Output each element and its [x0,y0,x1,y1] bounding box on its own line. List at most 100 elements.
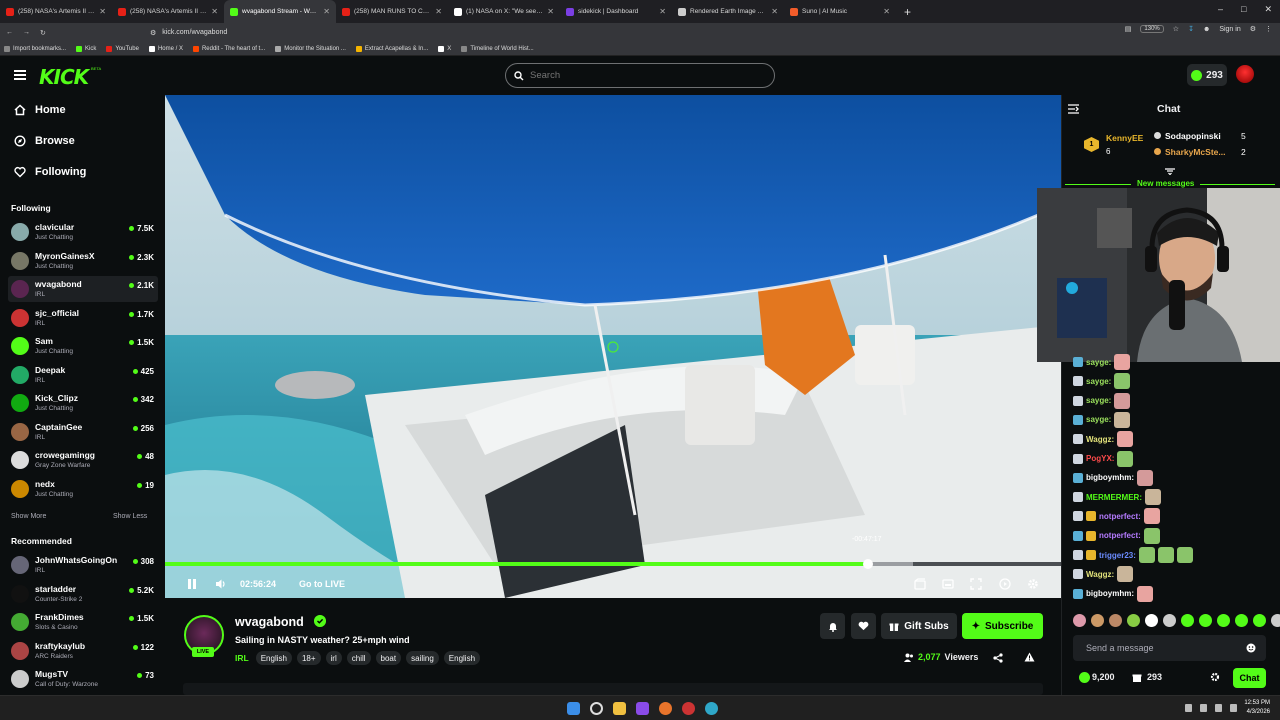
reload-icon[interactable]: ↻ [40,29,46,37]
channel-item[interactable]: wvagabond IRL 2.1K [8,276,158,302]
quick-emote[interactable] [1235,614,1248,627]
browser-tab[interactable]: wvagabond Stream - Watch ✕ [224,0,336,23]
browser-tab[interactable]: (1) NASA on X: "We see our ho ✕ [448,0,560,23]
app-icon[interactable] [636,702,649,715]
channel-item[interactable]: JohnWhatsGoingOn IRL 308 [8,552,158,578]
channel-item[interactable]: sjc_official IRL 1.7K [8,305,158,331]
signin-label[interactable]: Sign in [1219,26,1240,33]
browser-tab[interactable]: Suno | AI Music ✕ [784,0,896,23]
chat-username[interactable]: PogYX: [1086,454,1114,463]
settings-gear-icon[interactable] [1027,578,1039,590]
browser-tab[interactable]: sidekick | Dashboard ✕ [560,0,672,23]
channel-item[interactable]: clavicular Just Chatting 7.5K [8,219,158,245]
bookmark-item[interactable]: Extract Acapellas & In... [355,45,428,52]
notification-button[interactable] [820,613,845,639]
bookmark-item[interactable]: Timeline of World Hist... [461,45,534,52]
leader-name-1[interactable]: KennyEE [1106,133,1143,143]
nav-home[interactable]: Home [14,104,66,116]
channel-item[interactable]: starladder Counter-Strike 2 5.2K [8,581,158,607]
tab-close-icon[interactable]: ✕ [547,7,554,16]
speed-icon[interactable] [999,578,1011,590]
share-icon[interactable] [993,653,1003,663]
progress-bar[interactable] [165,562,1061,566]
stream-tag[interactable]: 18+ [296,651,321,665]
streamer-name[interactable]: wvagabond [235,615,304,629]
bookmark-star-icon[interactable]: ☆ [1173,25,1179,33]
chat-username[interactable]: sayge: [1086,358,1111,367]
browser-tab[interactable]: Rendered Earth Image Analysis ✕ [672,0,784,23]
tab-close-icon[interactable]: ✕ [883,7,890,16]
show-less-link[interactable]: Show Less [113,513,147,520]
kicks-balance-button[interactable]: 293 [1187,64,1227,86]
bookmark-item[interactable]: X [438,45,451,52]
kick-logo[interactable]: KICK [39,65,89,89]
nav-browse[interactable]: Browse [14,135,75,147]
chat-username[interactable]: sayge: [1086,415,1111,424]
quick-emote[interactable] [1199,614,1212,627]
speaker-icon[interactable] [1215,704,1222,712]
browser-tab[interactable]: (258) NASA's Artemis II Live Mi ✕ [0,0,112,23]
send-chat-button[interactable]: Chat [1233,668,1266,688]
chat-username[interactable]: notperfect: [1099,512,1141,521]
expand-leaderboard-icon[interactable] [1165,168,1175,175]
clip-icon[interactable] [914,578,926,590]
chat-username[interactable]: sayge: [1086,377,1111,386]
video-player[interactable] [165,95,1061,598]
search-box[interactable] [505,63,775,88]
channel-item[interactable]: Deepak IRL 425 [8,362,158,388]
site-info-icon[interactable]: ⚙ [150,29,156,37]
quick-emote[interactable] [1253,614,1266,627]
user-avatar[interactable] [1236,65,1254,83]
channel-item[interactable]: Sam Just Chatting 1.5K [8,333,158,359]
chat-settings-icon[interactable] [1210,672,1220,682]
search-input[interactable] [530,70,750,81]
bookmark-item[interactable]: Home / X [148,45,183,52]
channel-item[interactable]: MugsTV Call of Duty: Warzone 73 [8,666,158,692]
channel-item[interactable]: crowegamingg Gray Zone Warfare 48 [8,447,158,473]
category-link[interactable]: IRL [235,653,249,663]
channel-item[interactable]: CaptainGee IRL 256 [8,419,158,445]
tab-close-icon[interactable]: ✕ [771,7,778,16]
channel-item[interactable]: FrankDimes Slots & Casino 1.5K [8,609,158,635]
emoji-picker-icon[interactable] [1246,643,1256,653]
tab-close-icon[interactable]: ✕ [99,7,106,16]
browser-tab[interactable]: (258) NASA's Artemis II Live Mi ✕ [112,0,224,23]
gift-count[interactable]: 293 [1147,672,1162,682]
maximize-icon[interactable]: □ [1241,4,1246,15]
new-tab-button[interactable]: + [904,5,911,19]
edge-icon[interactable] [705,702,718,715]
follow-heart-button[interactable] [851,613,876,639]
leader-name-3[interactable]: SharkyMcSte... [1165,147,1225,157]
quick-emote[interactable] [1127,614,1140,627]
url-field[interactable]: ⚙ kick.com/wvagabond [150,25,1050,40]
tab-close-icon[interactable]: ✕ [659,7,666,16]
go-to-live-button[interactable]: Go to LIVE [299,579,345,589]
battery-icon[interactable] [1230,704,1237,712]
bookmark-item[interactable]: Import bookmarks... [4,45,66,52]
wifi-icon[interactable] [1200,704,1207,712]
forward-icon[interactable]: → [23,29,30,36]
gift-box-icon[interactable] [1132,672,1142,682]
quick-emote[interactable] [1181,614,1194,627]
hamburger-menu-icon[interactable] [14,70,26,80]
bookmark-item[interactable]: Monitor the Situation ... [275,45,346,52]
taskbar-search-icon[interactable] [590,702,603,715]
channel-item[interactable]: nedx Just Chatting 19 [8,476,158,502]
stream-tag[interactable]: English [255,651,292,665]
nav-following[interactable]: Following [14,166,86,178]
pause-icon[interactable] [186,578,198,590]
theater-mode-icon[interactable] [942,578,954,590]
quick-emote[interactable] [1073,614,1086,627]
quick-emote[interactable] [1109,614,1122,627]
kicks-balance[interactable]: 9,200 [1092,672,1115,682]
stream-tag[interactable]: sailing [406,651,439,665]
stream-tag[interactable]: English [443,651,481,665]
install-icon[interactable]: ▤ [1125,25,1132,33]
fullscreen-icon[interactable] [970,578,982,590]
zoom-indicator[interactable]: 130% [1140,25,1164,33]
quick-emote[interactable] [1217,614,1230,627]
firefox-icon[interactable] [659,702,672,715]
chat-input[interactable]: Send a message [1073,635,1266,661]
report-warning-icon[interactable] [1024,652,1035,662]
chat-username[interactable]: MERMERMER: [1086,493,1142,502]
